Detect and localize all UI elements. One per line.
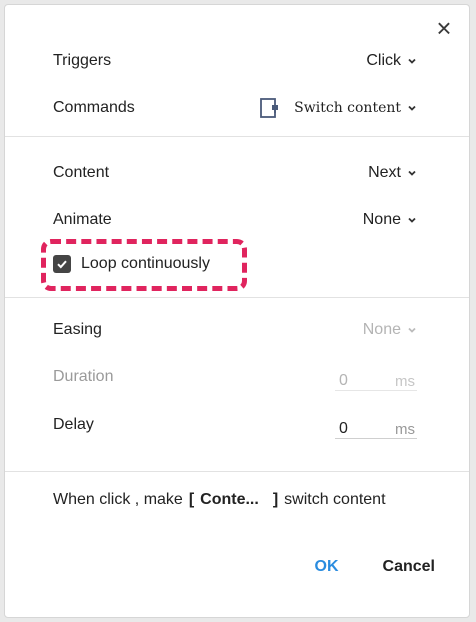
summary-open-bracket: [ — [188, 491, 195, 508]
triggers-select[interactable]: Click — [366, 52, 417, 70]
summary-prefix: When click , make — [53, 491, 183, 508]
switch-content-icon — [258, 96, 282, 120]
duration-row: Duration 0 ms — [53, 364, 417, 391]
loop-checkbox[interactable] — [53, 255, 71, 273]
delay-label: Delay — [53, 416, 94, 433]
animate-select[interactable]: None — [363, 211, 417, 229]
close-icon[interactable]: × — [433, 15, 455, 41]
commands-select[interactable]: Switch content — [258, 96, 417, 120]
triggers-value: Click — [366, 52, 401, 69]
delay-field[interactable]: 0 ms — [335, 412, 417, 439]
delay-unit: ms — [395, 420, 415, 438]
content-select[interactable]: Next — [368, 164, 417, 182]
commands-value: Switch content — [294, 100, 401, 116]
divider — [5, 136, 469, 137]
easing-select[interactable]: None — [363, 321, 417, 339]
loop-checkbox-row[interactable]: Loop continuously — [53, 253, 210, 275]
chevron-down-icon — [407, 168, 417, 178]
content-row: Content Next — [53, 160, 417, 186]
ok-button[interactable]: OK — [315, 558, 339, 576]
loop-label: Loop continuously — [81, 255, 210, 272]
summary-suffix: switch content — [284, 491, 386, 508]
cancel-button[interactable]: Cancel — [383, 558, 435, 576]
interaction-dialog: × Triggers Click Commands Switch content — [4, 4, 470, 618]
duration-label: Duration — [53, 368, 114, 385]
duration-value: 0 — [339, 371, 348, 389]
content-value: Next — [368, 164, 401, 181]
easing-label: Easing — [53, 321, 102, 338]
duration-field[interactable]: 0 ms — [335, 364, 417, 391]
duration-unit: ms — [395, 372, 415, 390]
divider — [5, 471, 469, 472]
animate-row: Animate None — [53, 207, 417, 233]
triggers-row: Triggers Click — [53, 48, 417, 74]
triggers-label: Triggers — [53, 52, 112, 69]
summary-sentence: When click , make [ Conte... ] switch co… — [53, 491, 386, 509]
chevron-down-icon — [407, 215, 417, 225]
chevron-down-icon — [407, 103, 417, 113]
delay-value: 0 — [339, 419, 348, 437]
chevron-down-icon — [407, 56, 417, 66]
animate-label: Animate — [53, 211, 112, 228]
commands-label: Commands — [53, 99, 135, 116]
easing-value: None — [362, 321, 401, 338]
animate-value: None — [362, 211, 401, 228]
dialog-buttons: OK Cancel — [315, 558, 435, 576]
summary-close-bracket: ] — [272, 491, 279, 508]
divider — [5, 297, 469, 298]
easing-row: Easing None — [53, 317, 417, 343]
check-icon — [57, 260, 67, 269]
content-label: Content — [53, 164, 110, 181]
delay-row: Delay 0 ms — [53, 412, 417, 439]
chevron-down-icon — [407, 325, 417, 335]
commands-row: Commands Switch content — [53, 95, 417, 121]
summary-target[interactable]: Conte... — [200, 491, 259, 509]
